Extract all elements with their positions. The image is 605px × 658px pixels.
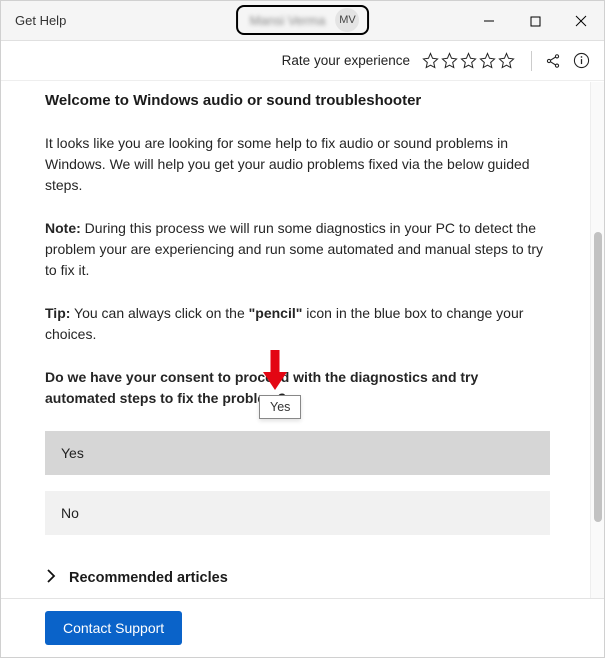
- rate-label: Rate your experience: [282, 53, 410, 68]
- tip-label: Tip:: [45, 305, 70, 321]
- option-yes[interactable]: Yes: [45, 431, 550, 475]
- info-button[interactable]: [572, 52, 590, 70]
- maximize-button[interactable]: [512, 1, 558, 41]
- star-icon[interactable]: [460, 52, 477, 69]
- footer: Contact Support: [1, 598, 604, 657]
- star-icon[interactable]: [441, 52, 458, 69]
- user-account-chip[interactable]: Mansi Verma MV: [236, 5, 370, 35]
- star-icon[interactable]: [479, 52, 496, 69]
- minimize-icon: [483, 15, 495, 27]
- separator: [531, 51, 532, 71]
- share-icon: [545, 53, 561, 69]
- note-paragraph: Note: During this process we will run so…: [45, 218, 550, 281]
- rating-toolbar: Rate your experience: [1, 41, 604, 81]
- scrollbar[interactable]: [590, 82, 604, 598]
- option-no[interactable]: No: [45, 491, 550, 535]
- window-controls: [466, 1, 604, 41]
- contact-support-button[interactable]: Contact Support: [45, 611, 182, 645]
- star-icon[interactable]: [422, 52, 439, 69]
- get-help-window: Get Help Mansi Verma MV Rate your experi…: [0, 0, 605, 658]
- intro-text: It looks like you are looking for some h…: [45, 133, 550, 196]
- page-heading: Welcome to Windows audio or sound troubl…: [45, 92, 550, 109]
- scrollbar-thumb[interactable]: [594, 232, 602, 522]
- minimize-button[interactable]: [466, 1, 512, 41]
- close-button[interactable]: [558, 1, 604, 41]
- rating-stars[interactable]: [422, 52, 515, 69]
- maximize-icon: [530, 16, 541, 27]
- star-icon[interactable]: [498, 52, 515, 69]
- user-avatar: MV: [335, 8, 359, 32]
- title-bar: Get Help Mansi Verma MV: [1, 1, 604, 41]
- note-label: Note:: [45, 220, 81, 236]
- tip-text-1: You can always click on the: [70, 305, 248, 321]
- note-text: During this process we will run some dia…: [45, 220, 543, 278]
- share-button[interactable]: [544, 52, 562, 70]
- tip-pencil: "pencil": [249, 305, 303, 321]
- tip-paragraph: Tip: You can always click on the "pencil…: [45, 303, 550, 345]
- chevron-right-icon: [45, 567, 57, 588]
- body-wrapper: Welcome to Windows audio or sound troubl…: [1, 82, 604, 598]
- recommended-label: Recommended articles: [69, 570, 228, 586]
- content-area: Welcome to Windows audio or sound troubl…: [1, 82, 590, 598]
- user-name: Mansi Verma: [250, 13, 326, 28]
- app-title: Get Help: [15, 13, 66, 28]
- recommended-articles-toggle[interactable]: Recommended articles: [45, 567, 550, 588]
- info-icon: [573, 52, 590, 69]
- tooltip: Yes: [259, 395, 301, 419]
- close-icon: [575, 15, 587, 27]
